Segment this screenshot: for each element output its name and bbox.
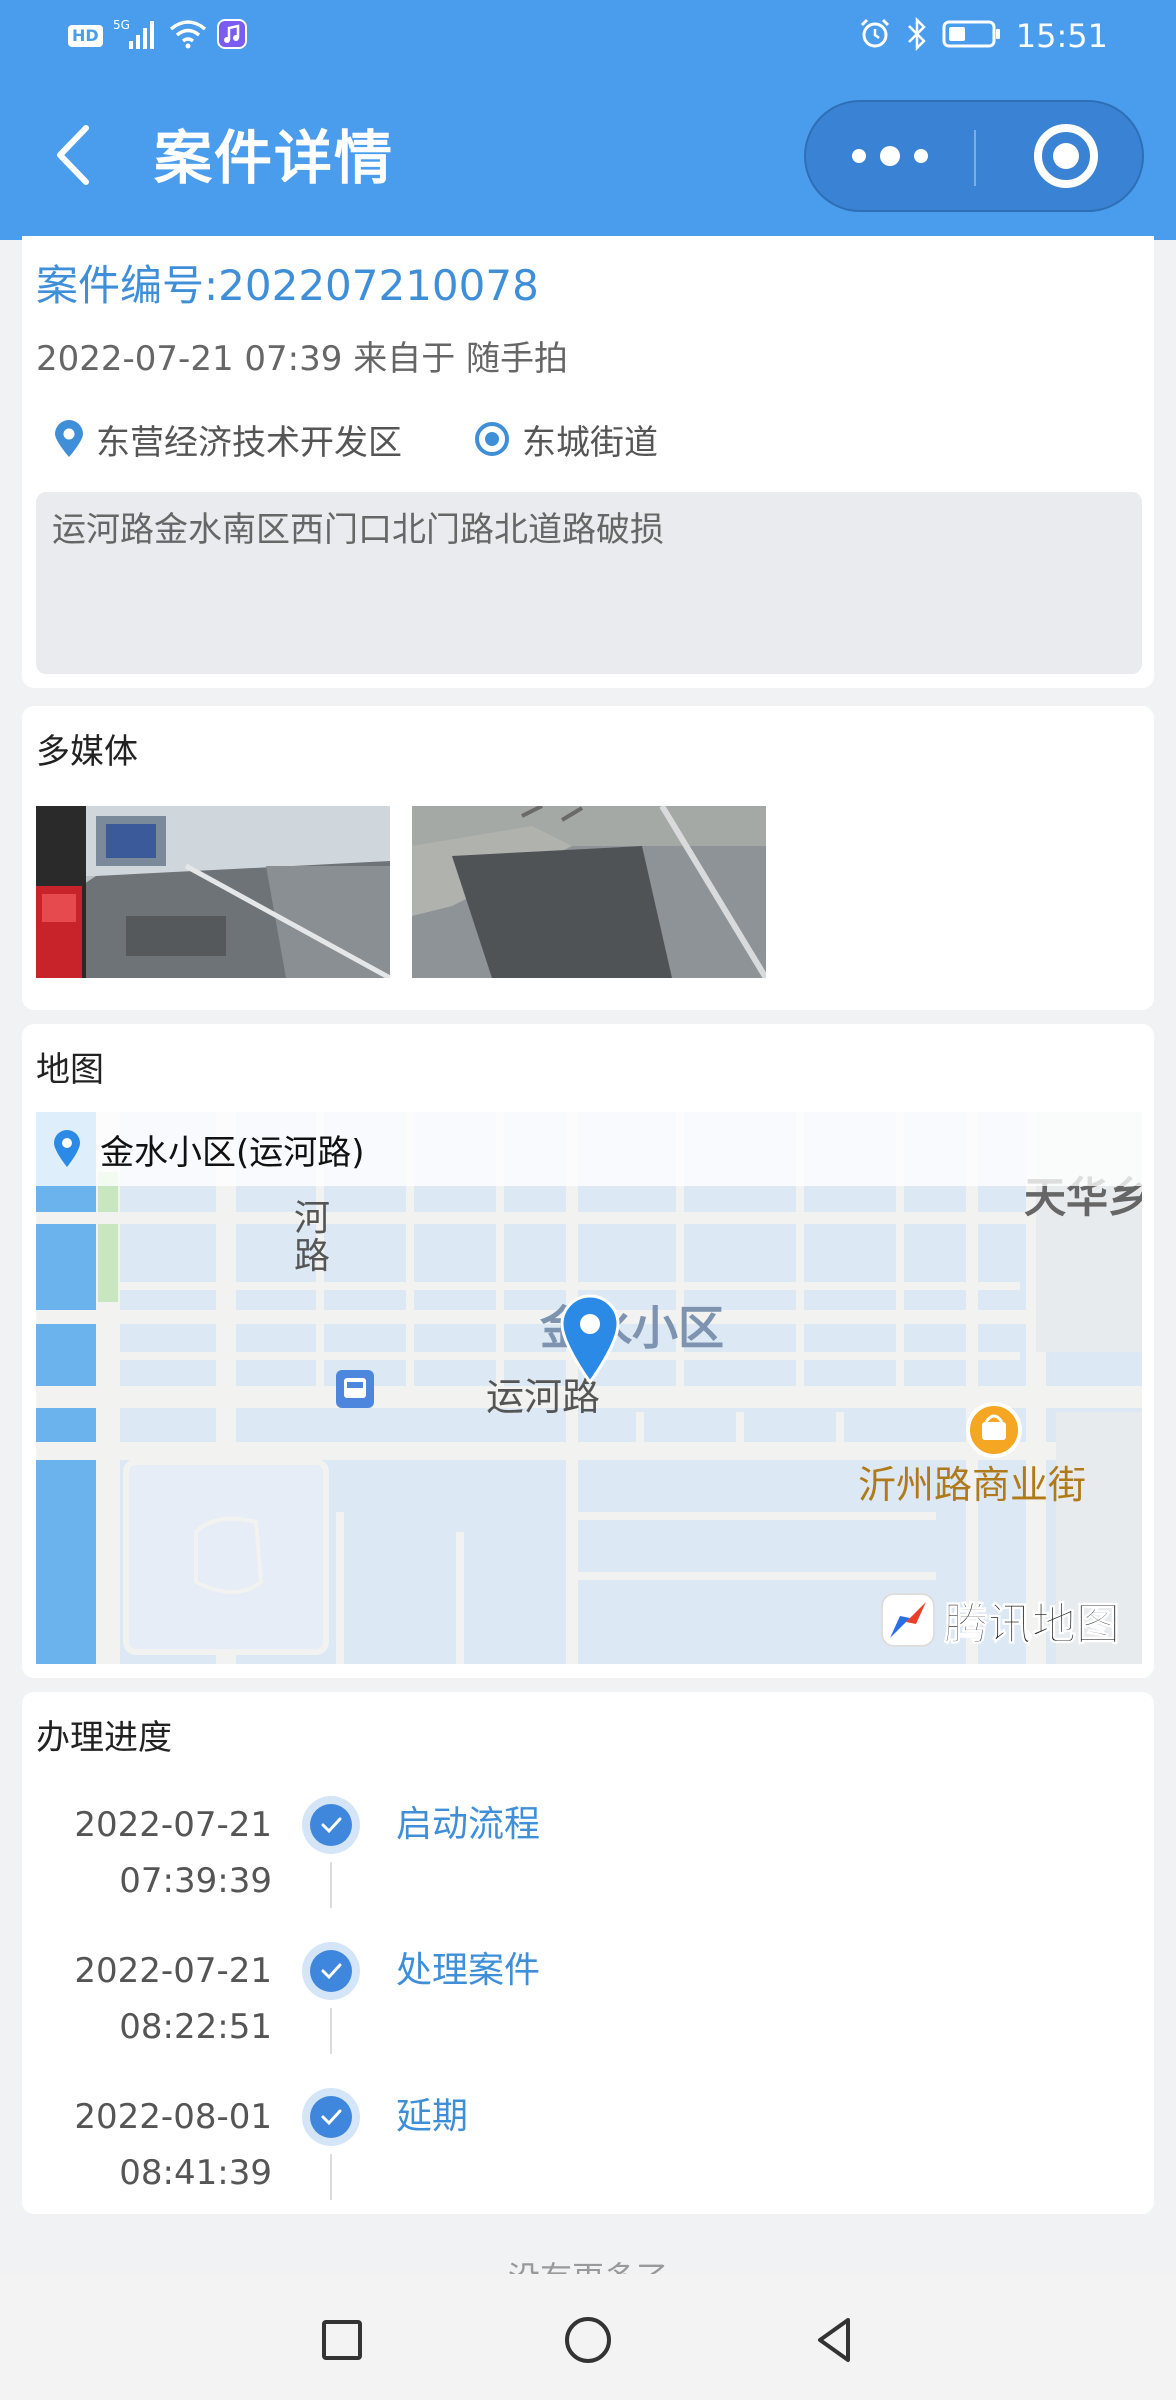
- system-nav-bar: [0, 2274, 1176, 2400]
- street-tag: 东城街道: [472, 415, 658, 464]
- wifi-icon: [169, 19, 207, 53]
- timeline-step: 2022-07-21 08:22:51 处理案件: [22, 1942, 1154, 2088]
- case-info-card: 案件编号:202207210078 2022-07-21 07:39 来自于 随…: [22, 236, 1154, 688]
- svg-text:运河路: 运河路: [486, 1375, 600, 1419]
- clock: 15:51: [1015, 17, 1108, 55]
- district-tag: 东营经济技术开发区: [52, 415, 402, 464]
- capsule-divider: [974, 130, 976, 186]
- triangle-back-icon: [818, 2318, 850, 2362]
- map-location-banner[interactable]: 金水小区(运河路): [36, 1112, 1142, 1186]
- hd-badge: HD: [68, 25, 103, 47]
- locate-target-icon: [475, 422, 509, 456]
- media-title: 多媒体: [36, 732, 138, 772]
- street-label: 东城街道: [522, 422, 658, 463]
- back-system-button[interactable]: [804, 2310, 864, 2370]
- svg-text:路: 路: [294, 1236, 330, 1277]
- app-header: HD 5G 15:51 案件详情: [0, 0, 1176, 240]
- district-label: 东营经济技术开发区: [96, 422, 402, 463]
- circle-icon: [565, 2317, 611, 2363]
- signal-icon: 5G: [113, 17, 159, 55]
- back-button[interactable]: [50, 120, 100, 190]
- step-time: 07:39:39: [119, 1861, 272, 1901]
- status-bar: HD 5G 15:51: [0, 0, 1176, 72]
- svg-text:河: 河: [294, 1198, 330, 1239]
- media-card: 多媒体: [22, 706, 1154, 1010]
- step-label: 启动流程: [396, 1804, 541, 1845]
- check-icon: [302, 2088, 360, 2146]
- back-arrow-icon: [57, 125, 89, 185]
- step-label: 延期: [396, 2096, 469, 2137]
- battery-icon: [942, 19, 1002, 53]
- location-row: 东营经济技术开发区 东城街道: [52, 414, 728, 464]
- progress-card: 办理进度 2022-07-21 07:39:39 启动流程 2022-07-21…: [22, 1692, 1154, 2214]
- check-icon: [302, 1796, 360, 1854]
- timeline-step: 2022-08-01 08:41:39 延期: [22, 2088, 1154, 2234]
- close-miniprogram-button[interactable]: [1034, 124, 1098, 188]
- alarm-icon: [858, 17, 892, 55]
- map-provider-logo: 腾讯地图: [880, 1588, 1121, 1652]
- map-card: 地图 河 路 金水小区 运河路 沂州路商业街 天华乡 金水小区(运河路) 腾讯地…: [22, 1024, 1154, 1678]
- progress-title: 办理进度: [36, 1718, 172, 1758]
- home-button[interactable]: [558, 2310, 618, 2370]
- map-title: 地图: [36, 1050, 104, 1090]
- case-description: 运河路金水南区西门口北门路北道路破损: [36, 492, 1142, 674]
- map-provider-name: 腾讯地图: [944, 1599, 1121, 1651]
- case-meta: 2022-07-21 07:39 来自于 随手拍: [36, 339, 568, 379]
- step-date: 2022-08-01: [74, 2097, 272, 2137]
- step-time: 08:41:39: [119, 2153, 272, 2193]
- timeline-connector: [330, 2008, 332, 2054]
- svg-text:5G: 5G: [113, 18, 130, 32]
- location-pin-icon: [54, 1130, 80, 1167]
- timeline-step: 2022-07-21 07:39:39 启动流程: [22, 1796, 1154, 1942]
- music-app-icon: [216, 19, 247, 53]
- status-right: 15:51: [858, 14, 1108, 58]
- step-date: 2022-07-21: [74, 1951, 272, 1991]
- square-icon: [322, 2320, 362, 2360]
- more-button[interactable]: [806, 102, 974, 210]
- recents-button[interactable]: [312, 2310, 372, 2370]
- map-location-label: 金水小区(运河路): [100, 1132, 365, 1173]
- step-time: 08:22:51: [119, 2007, 272, 2047]
- bus-stop-icon: [336, 1370, 374, 1408]
- timeline-connector: [330, 1862, 332, 1908]
- check-icon: [302, 1942, 360, 2000]
- map-canvas: 河 路 金水小区 运河路 沂州路商业街 天华乡: [36, 1112, 1142, 1664]
- shopping-poi-icon: [966, 1402, 1022, 1458]
- step-date: 2022-07-21: [74, 1805, 272, 1845]
- case-number: 案件编号:202207210078: [36, 261, 539, 310]
- status-left: HD 5G: [68, 18, 247, 54]
- step-label: 处理案件: [396, 1950, 541, 1991]
- timeline-connector: [330, 2154, 332, 2200]
- page-title: 案件详情: [154, 124, 395, 192]
- more-dots-icon: [852, 149, 866, 163]
- map-view[interactable]: 河 路 金水小区 运河路 沂州路商业街 天华乡 金水小区(运河路) 腾讯地图: [36, 1112, 1142, 1664]
- media-photo-2[interactable]: [412, 806, 766, 978]
- svg-text:沂州路商业街: 沂州路商业街: [858, 1463, 1086, 1507]
- media-photo-1[interactable]: [36, 806, 390, 978]
- location-pin-icon: [55, 420, 83, 457]
- miniprogram-capsule: [804, 100, 1144, 212]
- tencent-map-logo-icon: [881, 1593, 935, 1647]
- bluetooth-icon: [906, 16, 928, 55]
